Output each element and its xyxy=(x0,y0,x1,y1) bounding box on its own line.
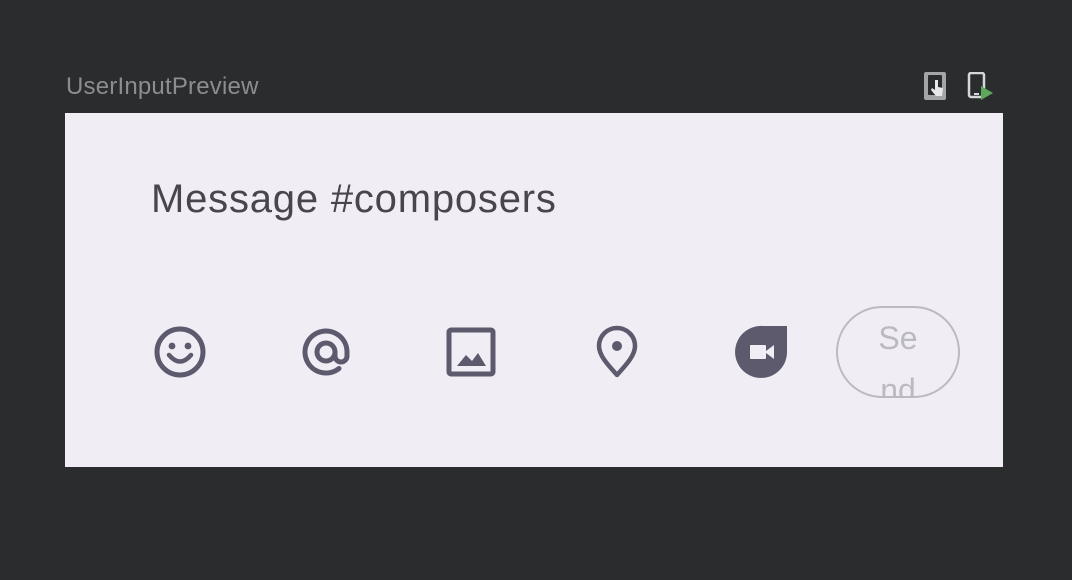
emoji-icon[interactable] xyxy=(152,324,208,380)
send-button[interactable]: Send xyxy=(836,306,960,398)
send-label: Send xyxy=(878,320,918,398)
interactive-mode-icon[interactable] xyxy=(922,72,950,100)
preview-title: UserInputPreview xyxy=(66,73,259,100)
mention-icon[interactable] xyxy=(298,324,354,380)
deploy-preview-icon[interactable] xyxy=(966,72,994,100)
video-call-icon[interactable] xyxy=(735,324,791,380)
message-input[interactable]: Message #composers xyxy=(151,175,557,223)
location-icon[interactable] xyxy=(589,324,645,380)
preview-frame: Message #composers Send xyxy=(65,113,1003,467)
image-icon[interactable] xyxy=(443,324,499,380)
